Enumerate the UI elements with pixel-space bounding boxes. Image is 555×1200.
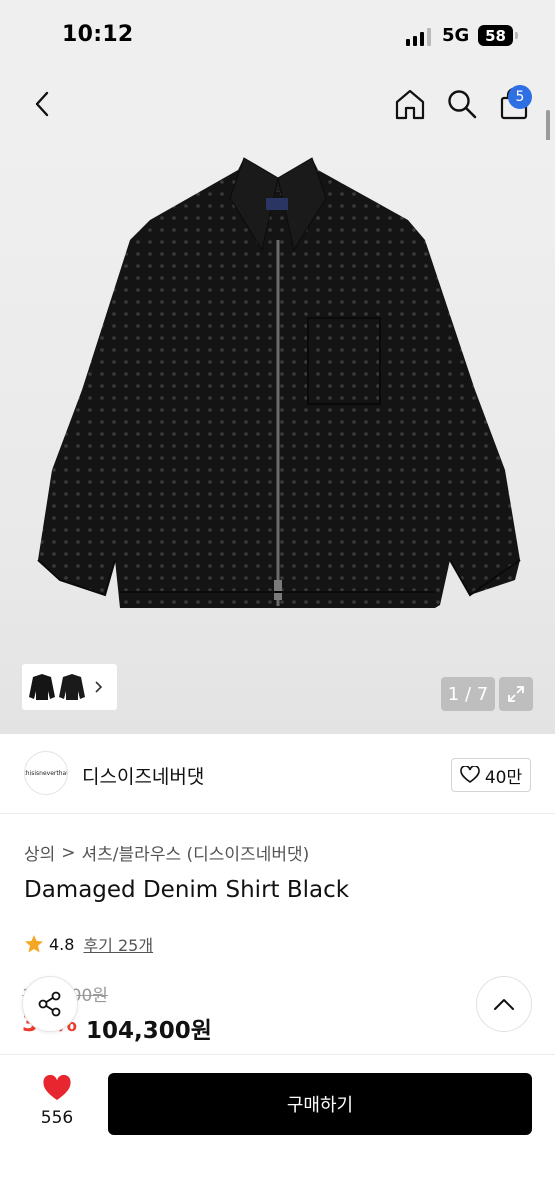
star-icon xyxy=(25,935,43,953)
sale-price: 104,300원 xyxy=(86,1018,212,1044)
chevron-right-icon xyxy=(95,681,103,693)
chevron-up-icon xyxy=(494,999,514,1010)
brand-name[interactable]: 디스이즈네버댓 xyxy=(82,762,204,789)
buy-button[interactable]: 구매하기 xyxy=(108,1073,532,1135)
wishlist-count: 556 xyxy=(40,1108,74,1128)
battery-tip xyxy=(515,32,518,39)
network-type: 5G xyxy=(442,25,470,46)
top-nav xyxy=(0,70,555,140)
chevron-left-icon xyxy=(35,91,49,117)
share-button[interactable] xyxy=(22,976,78,1032)
thumbnail-front[interactable] xyxy=(28,671,56,703)
rating-value: 4.8 xyxy=(49,934,75,954)
cart-count-badge: 5 xyxy=(508,85,532,109)
status-bar: 10:12 5G 58 xyxy=(0,0,555,70)
battery-level: 58 xyxy=(485,26,506,45)
expand-image-button[interactable] xyxy=(499,677,533,711)
brand-like-count: 40만 xyxy=(484,767,523,788)
breadcrumb: 상의 > 셔츠/블라우스 (디스이즈네버댓) xyxy=(24,840,310,866)
search-button[interactable] xyxy=(442,84,482,124)
home-icon xyxy=(395,89,425,120)
status-time: 10:12 xyxy=(62,22,134,47)
search-icon xyxy=(448,90,477,119)
battery-icon: 58 xyxy=(478,25,513,46)
breadcrumb-level1[interactable]: 상의 xyxy=(24,840,55,865)
scroll-to-top-button[interactable] xyxy=(476,976,532,1032)
thumbnail-back[interactable] xyxy=(58,671,86,703)
signal-icon xyxy=(406,28,431,46)
brand-like-button[interactable]: 40만 xyxy=(451,758,531,792)
home-button[interactable] xyxy=(390,84,430,124)
heart-outline-icon xyxy=(460,766,480,783)
product-title: Damaged Denim Shirt Black xyxy=(24,877,350,903)
rating-row: 4.8 후기 25개 xyxy=(24,932,153,956)
brand-logo[interactable]: thisisneverthat xyxy=(24,751,68,795)
gallery-page-indicator: 1 / 7 xyxy=(441,677,495,711)
expand-icon xyxy=(508,686,524,702)
wishlist-button[interactable]: 556 xyxy=(26,1075,88,1137)
back-button[interactable] xyxy=(24,86,60,122)
brand-logo-text: thisisneverthat xyxy=(24,769,68,777)
brand-row: thisisneverthat 디스이즈네버댓 40만 xyxy=(0,734,555,814)
breadcrumb-separator: > xyxy=(61,842,76,863)
jacket-illustration xyxy=(37,157,521,608)
product-image[interactable] xyxy=(0,140,555,734)
thumbnail-strip[interactable] xyxy=(22,664,117,710)
breadcrumb-level2[interactable]: 셔츠/블라우스 (디스이즈네버댓) xyxy=(82,840,310,865)
share-icon xyxy=(38,991,61,1017)
heart-filled-icon xyxy=(43,1075,71,1100)
review-count-link[interactable]: 후기 25개 xyxy=(83,932,153,956)
bottom-action-bar: 556 구매하기 xyxy=(0,1054,555,1200)
